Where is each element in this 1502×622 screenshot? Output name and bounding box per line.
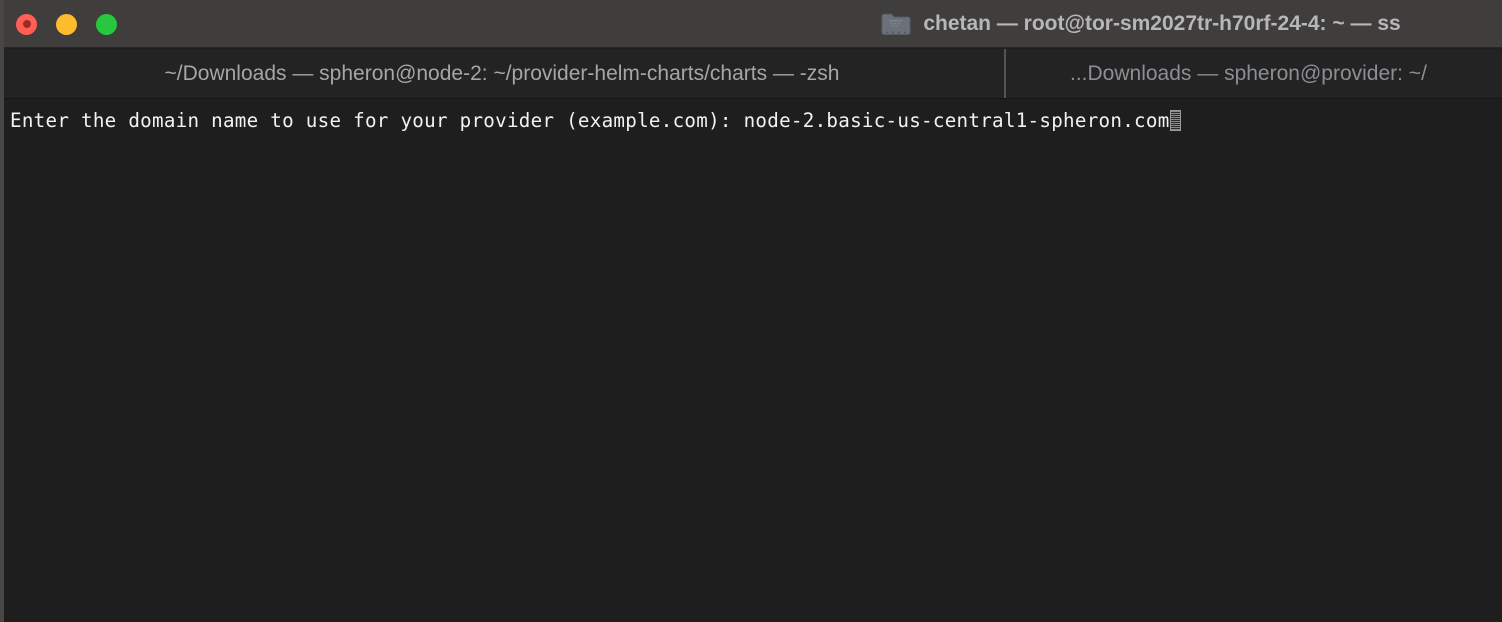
terminal-line: Enter the domain name to use for your pr… [10, 108, 1502, 134]
tab-label: ...Downloads — spheron@provider: ~/ [1070, 61, 1427, 85]
tab-downloads-provider[interactable]: ...Downloads — spheron@provider: ~/ [1006, 49, 1502, 98]
window-left-edge [0, 0, 4, 622]
minimize-button[interactable] [56, 13, 77, 35]
window-title: chetan — root@tor-sm2027tr-h70rf-24-4: ~… [923, 12, 1401, 35]
terminal-input-value: node-2.basic-us-central1-spheron.com [743, 109, 1170, 132]
terminal-prompt-text: Enter the domain name to use for your pr… [10, 109, 744, 132]
tab-bar: ~/Downloads — spheron@node-2: ~/provider… [0, 49, 1502, 99]
title-bar[interactable]: chetan — root@tor-sm2027tr-h70rf-24-4: ~… [0, 0, 1502, 48]
window-controls [16, 0, 117, 48]
close-button[interactable] [16, 13, 37, 35]
tab-downloads-node-2[interactable]: ~/Downloads — spheron@node-2: ~/provider… [0, 49, 1006, 98]
terminal-output-area[interactable]: Enter the domain name to use for your pr… [4, 100, 1502, 622]
text-cursor [1169, 110, 1182, 131]
title-bar-center: chetan — root@tor-sm2027tr-h70rf-24-4: ~… [0, 0, 1502, 48]
folder-icon [881, 12, 911, 37]
terminal-window: chetan — root@tor-sm2027tr-h70rf-24-4: ~… [0, 0, 1502, 622]
tab-label: ~/Downloads — spheron@node-2: ~/provider… [164, 61, 840, 85]
maximize-button[interactable] [96, 13, 117, 35]
